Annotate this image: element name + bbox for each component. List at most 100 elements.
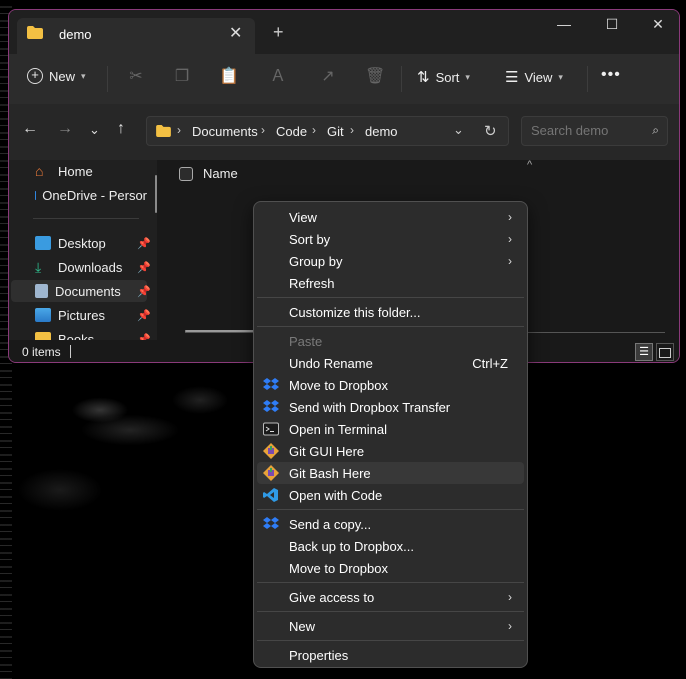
sidebar-item-downloads[interactable]: ⤓ Downloads 📌 [11, 256, 151, 278]
sidebar-item-books[interactable]: Books 📌 [11, 328, 151, 340]
tab-demo[interactable]: demo ✕ [17, 18, 255, 54]
chevron-right-icon: › [508, 210, 512, 224]
menu-item-git-gui-here[interactable]: Git GUI Here [257, 440, 524, 462]
folder-icon [35, 332, 51, 340]
sidebar-item-label: OneDrive - Persor [42, 187, 147, 203]
menu-item-view[interactable]: View › [257, 206, 524, 228]
new-button[interactable]: + New ▾ [27, 68, 86, 84]
navigation-bar: ← → ⌄ ↑ › Documents › Code › Git › demo … [9, 104, 679, 160]
terminal-icon [263, 422, 279, 436]
breadcrumb-git[interactable]: Git [327, 124, 344, 139]
breadcrumb-demo[interactable]: demo [365, 124, 398, 139]
sidebar-item-label: Desktop [58, 235, 106, 251]
address-history-chevron-icon[interactable]: ⌄ [453, 122, 464, 138]
sidebar-item-desktop[interactable]: Desktop 📌 [11, 232, 151, 254]
breadcrumb-documents[interactable]: Documents [192, 124, 258, 139]
delete-icon[interactable]: 🗑 [365, 68, 385, 86]
recent-locations-chevron-icon[interactable]: ⌄ [89, 122, 100, 138]
new-tab-button[interactable]: + [273, 22, 284, 43]
chevron-right-icon: › [508, 254, 512, 268]
menu-item-label: Open in Terminal [289, 421, 388, 437]
close-icon[interactable]: ✕ [229, 23, 242, 43]
menu-item-back-up-to-dropbox[interactable]: Back up to Dropbox... [257, 535, 524, 557]
sidebar-item-documents[interactable]: Documents 📌 [11, 280, 151, 302]
rename-icon[interactable]: Ａ [269, 68, 287, 86]
menu-item-label: Send a copy... [289, 516, 372, 532]
up-arrow-icon[interactable]: ↑ [117, 120, 125, 138]
sidebar-item-onedrive[interactable]: OneDrive - Persor [11, 184, 147, 206]
select-all-checkbox[interactable] [179, 166, 193, 181]
dropbox-icon [263, 400, 279, 412]
menu-item-label: Properties [289, 647, 349, 663]
menu-item-undo-rename[interactable]: Undo Rename Ctrl+Z [257, 352, 524, 374]
menu-item-properties[interactable]: Properties [257, 644, 524, 666]
sidebar-item-pictures[interactable]: Pictures 📌 [11, 304, 151, 326]
sidebar-item-label: Downloads [58, 259, 123, 275]
menu-item-move-to-dropbox-2[interactable]: Move to Dropbox [257, 557, 524, 579]
dropbox-icon [263, 517, 279, 529]
close-window-button[interactable]: ✕ [643, 16, 673, 33]
sidebar-scrollbar[interactable] [155, 175, 157, 213]
git-icon [263, 443, 279, 459]
menu-item-label: Customize this folder... [289, 304, 421, 320]
maximize-button[interactable]: ☐ [597, 16, 627, 33]
details-view-button[interactable]: ☰ [635, 343, 653, 361]
menu-item-label: Group by [289, 253, 343, 269]
share-icon[interactable]: ↗ [319, 68, 337, 86]
list-view-icon: ☰ [505, 69, 519, 86]
paste-icon[interactable]: 📋 [219, 68, 239, 86]
menu-item-label: Refresh [289, 275, 335, 291]
new-button-label: New [49, 68, 76, 84]
more-options-icon[interactable]: ••• [601, 66, 621, 84]
tiles-view-button[interactable] [656, 343, 674, 361]
address-bar[interactable]: › Documents › Code › Git › demo ⌄ ↻ [146, 116, 509, 146]
folder-icon [27, 26, 43, 39]
search-input[interactable] [529, 122, 643, 139]
chevron-right-icon: › [508, 619, 512, 633]
back-arrow-icon[interactable]: ← [22, 120, 38, 138]
horizontal-scrollbar[interactable] [185, 330, 255, 332]
pin-icon: 📌 [137, 333, 151, 341]
view-button[interactable]: ☰ View ▾ [505, 68, 563, 86]
breadcrumb-code[interactable]: Code [276, 124, 307, 139]
menu-item-label: Git GUI Here [289, 443, 365, 459]
git-icon [263, 465, 279, 481]
menu-item-label: Move to Dropbox [289, 560, 388, 576]
menu-item-send-a-copy[interactable]: Send a copy... [257, 513, 524, 535]
sort-icon: ⇅ [417, 69, 430, 86]
menu-item-open-in-terminal[interactable]: Open in Terminal [257, 418, 524, 440]
toolbar-divider [401, 66, 402, 92]
menu-item-send-dropbox-transfer[interactable]: Send with Dropbox Transfer [257, 396, 524, 418]
minimize-button[interactable]: — [549, 16, 579, 32]
chevron-down-icon: ▾ [81, 70, 86, 81]
menu-item-group-by[interactable]: Group by › [257, 250, 524, 272]
menu-item-move-to-dropbox[interactable]: Move to Dropbox [257, 374, 524, 396]
menu-item-new[interactable]: New › [257, 615, 524, 637]
menu-separator [257, 640, 524, 641]
menu-item-paste[interactable]: Paste [257, 330, 524, 352]
menu-item-give-access-to[interactable]: Give access to › [257, 586, 524, 608]
sort-button[interactable]: ⇅ Sort ▾ [417, 68, 470, 86]
dropbox-icon [263, 378, 279, 390]
menu-item-customize-folder[interactable]: Customize this folder... [257, 301, 524, 323]
menu-item-label: Sort by [289, 231, 331, 247]
menu-item-sort-by[interactable]: Sort by › [257, 228, 524, 250]
menu-item-shortcut: Ctrl+Z [472, 355, 508, 371]
forward-arrow-icon[interactable]: → [57, 120, 73, 138]
menu-separator [257, 509, 524, 510]
sidebar-item-home[interactable]: ⌂ Home [11, 160, 147, 182]
pin-icon: 📌 [137, 309, 151, 322]
chevron-down-icon: ▾ [465, 71, 470, 82]
menu-item-open-with-code[interactable]: Open with Code [257, 484, 524, 506]
menu-item-label: Move to Dropbox [289, 377, 388, 393]
menu-item-refresh[interactable]: Refresh [257, 272, 524, 294]
search-box[interactable]: ⌕ [521, 116, 668, 146]
copy-icon[interactable]: ❐ [173, 68, 191, 86]
sort-button-label: Sort [435, 69, 460, 85]
menu-separator [257, 582, 524, 583]
vscode-icon [263, 488, 278, 502]
column-header-name[interactable]: Name [179, 166, 238, 181]
refresh-icon[interactable]: ↻ [484, 122, 497, 140]
cut-icon[interactable]: ✂ [127, 68, 145, 86]
menu-item-git-bash-here[interactable]: Git Bash Here [257, 462, 524, 484]
